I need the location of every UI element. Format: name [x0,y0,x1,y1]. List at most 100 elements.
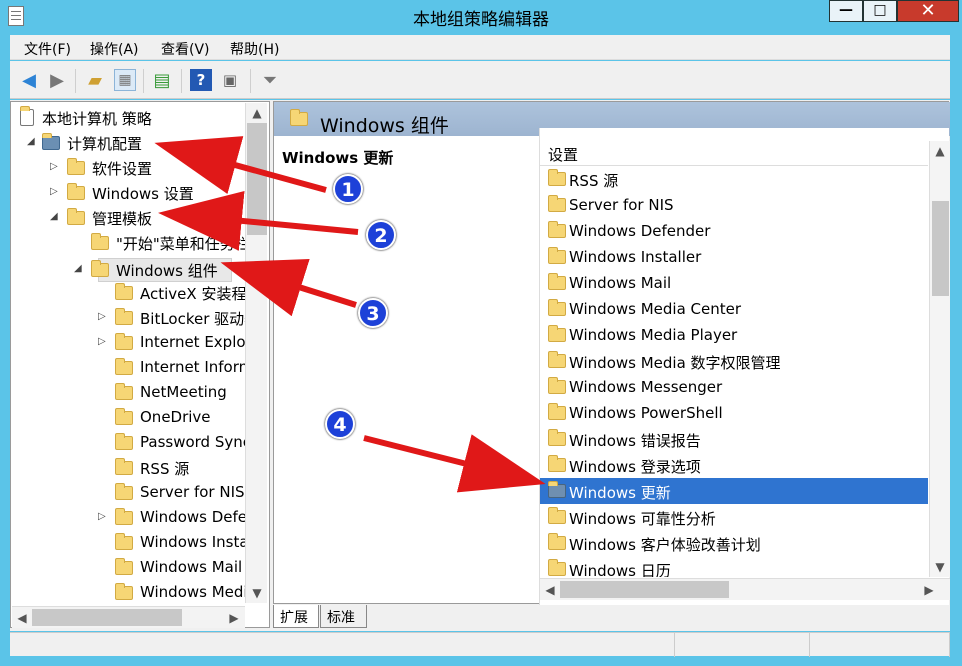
filter-icon[interactable]: ⏷ [259,69,281,91]
folder-icon [115,308,133,325]
list-item[interactable]: Windows 日历 [540,556,928,577]
list-item[interactable]: Windows Mail [540,270,928,296]
folder-icon [67,158,85,175]
folder-icon [548,195,566,212]
tree-node-administrative-templates[interactable]: ◢ 管理模板 [12,206,246,230]
tree-node-onedrive[interactable]: OneDrive [12,406,246,430]
expanded-caret-icon[interactable]: ◢ [27,136,37,147]
annotation-number-1: 1 [333,174,363,204]
settings-horizontal-scrollbar[interactable]: ◀ ▶ [540,578,950,600]
annotation-number-4: 4 [325,409,355,439]
scroll-left-icon[interactable]: ◀ [12,608,32,628]
tree-node-windows-installer[interactable]: Windows Installer [12,531,246,555]
tree-node-password-sync[interactable]: Password Sync [12,431,246,455]
tree-node-activex[interactable]: ActiveX 安装程序服务 [12,281,246,305]
list-item[interactable]: Server for NIS [540,192,928,218]
scroll-down-icon[interactable]: ▼ [930,557,950,577]
policy-tree-pane: 本地计算机 策略 ◢ 计算机配置 ▷ 软件设置 ▷ Windows 设置 ◢ 管… [10,101,270,628]
list-item[interactable]: Windows Messenger [540,374,928,400]
scroll-right-icon[interactable]: ▶ [224,608,244,628]
tree-label: NetMeeting [140,383,227,401]
list-item[interactable]: Windows 登录选项 [540,452,928,478]
tree-horizontal-thumb[interactable] [32,609,182,626]
tree-node-local-computer-policy[interactable]: 本地计算机 策略 [12,106,246,130]
tree-node-windows-defender[interactable]: ▷ Windows Defender [12,506,246,530]
folder-icon [548,559,566,576]
settings-horizontal-thumb[interactable] [560,581,729,598]
folder-icon [115,283,133,300]
expanded-caret-icon[interactable]: ◢ [74,263,84,274]
toolbar-separator [75,69,76,93]
list-item[interactable]: Windows Media Player [540,322,928,348]
tree-node-internet-information[interactable]: Internet Information Services [12,356,246,380]
tree-node-windows-settings[interactable]: ▷ Windows 设置 [12,181,246,205]
tree-node-internet-explorer[interactable]: ▷ Internet Explorer [12,331,246,355]
tree-label: Windows Defender [140,508,246,526]
properties-icon[interactable]: ▣ [219,69,241,91]
tree-node-netmeeting[interactable]: NetMeeting [12,381,246,405]
tree-horizontal-scrollbar[interactable]: ◀ ▶ [12,606,245,628]
back-arrow-icon[interactable]: ◀ [18,69,40,91]
list-item[interactable]: Windows Media 数字权限管理 [540,348,928,374]
collapsed-caret-icon[interactable]: ▷ [98,511,108,522]
tab-standard[interactable]: 标准 [320,605,367,628]
list-item-label: Windows 错误报告 [569,432,701,450]
collapsed-caret-icon[interactable]: ▷ [98,336,108,347]
menu-file[interactable]: 文件(F) [24,39,71,59]
maximize-button[interactable]: □ [863,0,897,22]
scroll-up-icon[interactable]: ▲ [247,103,267,123]
menu-view[interactable]: 查看(V) [161,39,210,59]
tree-node-software-settings[interactable]: ▷ 软件设置 [12,156,246,180]
scroll-left-icon[interactable]: ◀ [540,580,560,600]
list-item[interactable]: Windows Media Center [540,296,928,322]
settings-column-header[interactable]: 设置 [540,141,928,166]
collapsed-caret-icon[interactable]: ▷ [50,186,60,197]
up-folder-icon[interactable]: ▰ [84,69,106,91]
tree-node-server-for-nis[interactable]: Server for NIS [12,481,246,505]
list-item[interactable]: Windows 错误报告 [540,426,928,452]
collapsed-caret-icon[interactable]: ▷ [98,311,108,322]
scroll-right-icon[interactable]: ▶ [919,580,939,600]
list-item[interactable]: Windows 可靠性分析 [540,504,928,530]
folder-icon [548,169,566,186]
tree-label: 软件设置 [92,160,153,178]
tree-vertical-scrollbar[interactable]: ▲ ▼ [245,103,267,603]
list-item[interactable]: RSS 源 [540,166,928,192]
tree-node-computer-configuration[interactable]: ◢ 计算机配置 [12,131,246,155]
list-item-label: Windows 可靠性分析 [569,510,716,528]
tree-node-windows-components[interactable]: ◢ Windows 组件 [12,258,246,282]
tree-node-bitlocker[interactable]: ▷ BitLocker 驱动器加密 [12,306,246,330]
list-item[interactable]: Windows Defender [540,218,928,244]
settings-scroll-thumb[interactable] [932,201,949,296]
tree-node-start-menu-taskbar[interactable]: "开始"菜单和任务栏 [12,231,246,255]
folder-icon [548,247,566,264]
annotation-number-3: 3 [358,298,388,328]
tree-node-rss[interactable]: RSS 源 [12,456,246,480]
export-list-icon[interactable]: ▤ [151,69,173,91]
forward-arrow-icon[interactable]: ▶ [46,69,68,91]
scroll-up-icon[interactable]: ▲ [930,141,950,161]
tree-scroll-thumb[interactable] [247,123,267,235]
tree-label: OneDrive [140,408,211,426]
expanded-caret-icon[interactable]: ◢ [50,211,60,222]
tree-label: 计算机配置 [67,135,143,153]
list-item-selected[interactable]: Windows 更新 [540,478,928,504]
menu-action[interactable]: 操作(A) [90,39,139,59]
settings-vertical-scrollbar[interactable]: ▲ ▼ [929,141,950,577]
list-item[interactable]: Windows 客户体验改善计划 [540,530,928,556]
tab-extended[interactable]: 扩展 [273,605,319,628]
list-item[interactable]: Windows Installer [540,244,928,270]
menu-help[interactable]: 帮助(H) [230,39,279,59]
collapsed-caret-icon[interactable]: ▷ [50,161,60,172]
folder-icon [548,455,566,472]
tree-node-windows-media-center[interactable]: Windows Media Center [12,581,246,603]
minimize-button[interactable]: — [829,0,863,22]
scroll-down-icon[interactable]: ▼ [247,583,267,603]
tree-node-windows-mail[interactable]: Windows Mail [12,556,246,580]
close-button[interactable]: ✕ [897,0,959,22]
list-item[interactable]: Windows PowerShell [540,400,928,426]
list-item-label: Windows Mail [569,274,672,292]
list-item-label: Windows Installer [569,248,702,266]
show-hide-tree-icon[interactable]: ▦ [114,69,136,91]
help-icon[interactable]: ? [190,69,212,91]
